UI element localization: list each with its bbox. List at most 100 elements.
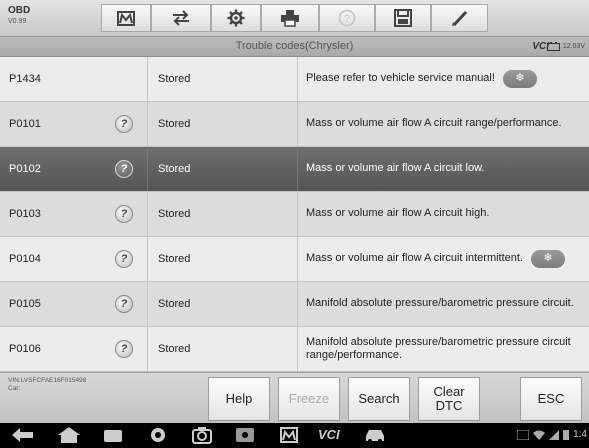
dtc-code-cell: P0102?	[0, 147, 148, 191]
dtc-help-icon[interactable]: ?	[115, 295, 133, 313]
settings-button[interactable]	[211, 4, 261, 32]
dtc-row[interactable]: P0103? Stored Mass or volume air flow A ci…	[0, 192, 589, 237]
dtc-description-cell: Manifold absolute pressure/barometric pr…	[298, 282, 589, 326]
recent-apps-icon[interactable]	[104, 428, 122, 442]
dtc-row[interactable]: P0106? Stored Manifold absolute pressure/b…	[0, 327, 589, 372]
edit-pen-icon	[451, 10, 467, 27]
dtc-description-cell: Mass or volume air flow A circuit high.	[298, 192, 589, 236]
svg-text:?: ?	[344, 14, 350, 25]
dtc-code: P0104	[9, 253, 41, 265]
dtc-row[interactable]: P0102? Stored Mass or volume air flow A ci…	[0, 147, 589, 192]
dtc-code: P1434	[9, 73, 41, 85]
camera-icon[interactable]	[192, 426, 212, 444]
signal-icon	[549, 429, 560, 440]
page-title: Trouble codes(Chrysler)	[235, 40, 354, 52]
back-icon[interactable]	[12, 428, 34, 442]
home-icon	[117, 11, 135, 26]
dtc-code: P0106	[9, 343, 41, 355]
battery-icon	[546, 42, 560, 51]
dtc-help-icon[interactable]: ?	[115, 340, 133, 358]
dtc-code: P0105	[9, 298, 41, 310]
dtc-status: Stored	[148, 282, 298, 326]
dtc-code: P0103	[9, 208, 41, 220]
dtc-code-cell: P0106?	[0, 327, 148, 371]
dtc-table: P1434 Stored Please refer to vehicle servi…	[0, 57, 589, 372]
system-status: 1:4	[517, 429, 587, 440]
print-icon	[281, 10, 299, 27]
screenshot-icon	[517, 429, 530, 440]
search-button[interactable]: Search	[348, 377, 410, 421]
dtc-row[interactable]: P0104? Stored Mass or volume air flow A ci…	[0, 237, 589, 282]
home-nav-icon[interactable]	[58, 427, 80, 443]
clear-dtc-button[interactable]: Clear DTC	[418, 377, 480, 421]
dtc-row[interactable]: P0101? Stored Mass or volume air flow A ci…	[0, 102, 589, 147]
vehicle-info: VIN:LVSFCFAE16F015498 Car:	[8, 377, 86, 393]
vci-nav-icon[interactable]: VCI	[318, 427, 348, 441]
dtc-help-icon[interactable]: ?	[115, 160, 133, 178]
dtc-description-cell: Mass or volume air flow A circuit low.	[298, 147, 589, 191]
wifi-icon	[533, 430, 546, 440]
dtc-code-cell: P0104?	[0, 237, 148, 281]
dtc-description-cell: Manifold absolute pressure/barometric pr…	[298, 327, 589, 371]
dtc-description: Mass or volume air flow A circuit interm…	[306, 252, 524, 265]
esc-button[interactable]: ESC	[520, 377, 582, 421]
freeze-frame-icon[interactable]: ❄	[502, 70, 537, 88]
vehicle-nav-icon[interactable]	[364, 427, 386, 443]
vin-text: VIN:LVSFCFAE16F015498	[8, 377, 87, 384]
print-button[interactable]	[261, 4, 319, 32]
dtc-status: Stored	[148, 327, 298, 371]
clock: 1:4	[573, 429, 587, 440]
gallery-icon[interactable]	[236, 428, 254, 442]
dtc-description-cell: Please refer to vehicle service manual! ❄	[298, 57, 589, 101]
app-badge: OBD V0.99	[8, 5, 31, 26]
dtc-description: Mass or volume air flow A circuit high.	[306, 207, 490, 220]
dtc-status: Stored	[148, 147, 298, 191]
dtc-description: Mass or volume air flow A circuit range/…	[306, 117, 562, 130]
dtc-code: P0101	[9, 118, 41, 130]
top-toolbar: OBD V0.99 ?	[0, 0, 589, 37]
home-button[interactable]	[101, 4, 151, 32]
dtc-row[interactable]: P0105? Stored Manifold absolute pressure/b…	[0, 282, 589, 327]
edit-button[interactable]	[431, 4, 488, 32]
help-toolbar-button[interactable]: ?	[319, 4, 375, 32]
dtc-description: Manifold absolute pressure/barometric pr…	[306, 297, 574, 310]
save-button[interactable]	[375, 4, 431, 32]
action-bar: VIN:LVSFCFAE16F015498 Car: Help Freeze S…	[0, 372, 589, 423]
save-icon	[394, 9, 412, 27]
freeze-frame-icon[interactable]: ❄	[531, 250, 566, 268]
battery-status: 12.03V	[546, 42, 585, 51]
dtc-code-cell: P0101?	[0, 102, 148, 146]
dtc-status: Stored	[148, 102, 298, 146]
dtc-description: Please refer to vehicle service manual!	[306, 72, 495, 85]
battery-voltage: 12.03V	[562, 43, 585, 50]
battery-status-icon	[563, 429, 570, 440]
settings-icon	[227, 9, 245, 27]
dtc-help-icon[interactable]: ?	[115, 250, 133, 268]
help-button[interactable]: Help	[208, 377, 270, 421]
vehicle-swap-icon	[173, 10, 189, 26]
dtc-description-cell: Mass or volume air flow A circuit range/…	[298, 102, 589, 146]
dtc-status: Stored	[148, 57, 298, 101]
vehicle-swap-button[interactable]	[151, 4, 211, 32]
app-version: V0.99	[8, 18, 27, 25]
svg-text:VCI: VCI	[318, 427, 340, 441]
app-title: OBD	[8, 5, 31, 16]
dtc-help-icon[interactable]: ?	[115, 205, 133, 223]
browser-icon[interactable]	[150, 427, 166, 443]
dtc-description: Manifold absolute pressure/barometric pr…	[306, 335, 571, 361]
dtc-status: Stored	[148, 192, 298, 236]
title-bar: Trouble codes(Chrysler) VCI 12.03V	[0, 37, 589, 57]
dtc-description: Mass or volume air flow A circuit low.	[306, 162, 485, 175]
dtc-description-cell: Mass or volume air flow A circuit interm…	[298, 237, 589, 281]
dtc-code-cell: P0103?	[0, 192, 148, 236]
dtc-status: Stored	[148, 237, 298, 281]
dtc-row[interactable]: P1434 Stored Please refer to vehicle servi…	[0, 57, 589, 102]
car-text: Car:	[8, 385, 21, 393]
dtc-code-cell: P1434	[0, 57, 148, 101]
dtc-code-cell: P0105?	[0, 282, 148, 326]
freeze-button[interactable]: Freeze	[278, 377, 340, 421]
dtc-help-icon[interactable]: ?	[115, 115, 133, 133]
dtc-code: P0102	[9, 163, 41, 175]
help-circle-icon: ?	[338, 9, 356, 27]
scanner-home-icon[interactable]	[280, 427, 298, 443]
